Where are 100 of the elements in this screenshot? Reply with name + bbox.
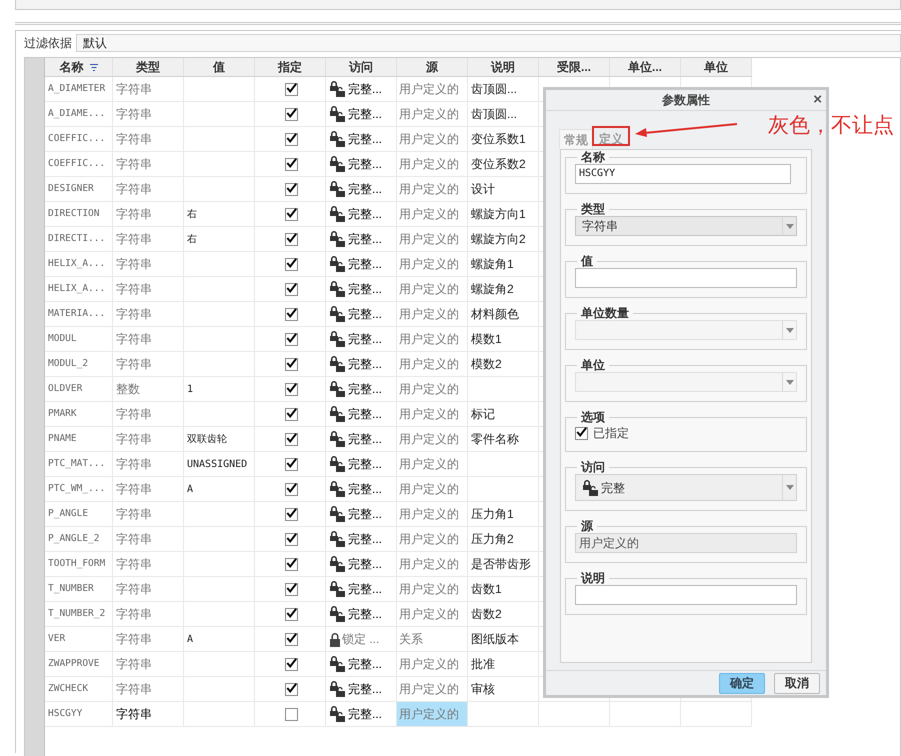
checkbox[interactable] [285, 232, 298, 246]
column-header[interactable]: 说明 [468, 58, 539, 76]
table-cell[interactable]: 用户定义的 [397, 452, 468, 476]
access-text: 锁定 ... [342, 631, 380, 648]
table-cell[interactable]: 用户定义的 [397, 552, 468, 576]
table-cell[interactable]: 用户定义的 [397, 427, 468, 451]
group-label: 说明 [580, 571, 606, 585]
checkbox[interactable] [285, 282, 298, 296]
checkbox[interactable] [285, 508, 298, 520]
table-cell[interactable]: 用户定义的 [397, 302, 468, 326]
table-cell[interactable]: 用户定义的 [397, 502, 468, 526]
highlight-box [592, 126, 630, 146]
input-field[interactable]: HSCGYY [575, 164, 791, 184]
column-header[interactable]: 类型 [113, 58, 184, 76]
group-label: 选项 [580, 410, 606, 424]
input-field[interactable] [575, 585, 797, 605]
table-cell[interactable]: 用户定义的 [397, 77, 468, 101]
checkbox[interactable] [285, 658, 298, 670]
table-cell[interactable]: 用户定义的 [397, 402, 468, 426]
checkbox[interactable] [285, 382, 298, 396]
table-cell[interactable]: 用户定义的 [397, 527, 468, 551]
select-field[interactable]: 字符串 [575, 216, 797, 236]
column-header[interactable]: 单位 [681, 58, 752, 76]
table-cell: 字符串 [113, 252, 184, 276]
access-text: 完整... [348, 706, 382, 723]
checkbox[interactable] [285, 582, 298, 596]
checkbox[interactable] [285, 332, 298, 346]
checkbox[interactable] [285, 708, 298, 720]
table-cell[interactable]: 用户定义的 [397, 477, 468, 501]
table-cell[interactable]: 用户定义的 [397, 277, 468, 301]
checkbox[interactable] [285, 82, 298, 96]
table-cell[interactable]: 用户定义的 [397, 377, 468, 401]
column-header[interactable]: 访问 [326, 58, 397, 76]
checkbox[interactable] [285, 558, 298, 570]
filter-field[interactable]: 默认 [76, 34, 901, 52]
table-cell[interactable]: 用户定义的 [397, 177, 468, 201]
checkbox[interactable] [575, 426, 588, 440]
access-text: 完整... [348, 131, 382, 148]
table-cell: 压力角2 [468, 527, 539, 551]
dialog-button[interactable]: 确定 [719, 672, 765, 694]
close-button[interactable]: × [813, 91, 822, 108]
table-cell: A [184, 627, 255, 651]
lock-icon [329, 556, 347, 572]
table-cell[interactable]: 用户定义的 [397, 102, 468, 126]
table-cell[interactable]: 用户定义的 [397, 202, 468, 226]
table-cell: 是否带齿形 [468, 552, 539, 576]
table-cell: 字符串 [113, 152, 184, 176]
checkbox[interactable] [285, 682, 298, 696]
checkbox[interactable] [285, 132, 298, 146]
table-cell[interactable]: 用户定义的 [397, 677, 468, 701]
group-label: 访问 [580, 460, 606, 474]
checkbox[interactable] [285, 182, 298, 196]
checkbox[interactable] [285, 258, 298, 270]
checkbox[interactable] [285, 432, 298, 446]
column-header[interactable]: 值 [184, 58, 255, 76]
table-cell[interactable]: 用户定义的 [397, 352, 468, 376]
table-cell: T_NUMBER [45, 577, 113, 601]
table-cell: 右 [184, 227, 255, 251]
dialog-button[interactable]: 取消 [774, 672, 820, 694]
lock-icon [329, 481, 347, 497]
checkbox[interactable] [285, 208, 298, 220]
access-text: 完整... [348, 606, 382, 623]
access-text: 完整... [348, 506, 382, 523]
checkbox[interactable] [285, 108, 298, 120]
checkbox-label: 已指定 [593, 425, 629, 442]
lock-icon [329, 706, 347, 722]
table-cell[interactable]: 用户定义的 [397, 252, 468, 276]
select-field[interactable]: 完整 [575, 474, 797, 501]
table-cell[interactable]: 用户定义的 [397, 127, 468, 151]
table-cell: P_ANGLE [45, 502, 113, 526]
table-cell[interactable]: 关系 [397, 627, 468, 651]
checkbox[interactable] [285, 408, 298, 420]
input-field[interactable] [575, 268, 797, 288]
column-header[interactable]: 受限... [539, 58, 610, 76]
caret-icon [786, 328, 794, 332]
checkbox[interactable] [285, 158, 298, 170]
table-cell: DIRECTION [45, 202, 113, 226]
column-header[interactable]: 源 [397, 58, 468, 76]
checkbox[interactable] [285, 358, 298, 370]
checkbox[interactable] [285, 532, 298, 546]
table-cell[interactable]: 用户定义的 [397, 577, 468, 601]
column-header[interactable]: 单位... [610, 58, 681, 76]
table-cell[interactable]: 用户定义的 [397, 652, 468, 676]
table-cell[interactable]: 用户定义的 [397, 227, 468, 251]
checkbox[interactable] [285, 458, 298, 470]
table-cell[interactable]: 用户定义的 [397, 327, 468, 351]
table-cell[interactable]: 用户定义的 [397, 602, 468, 626]
checkbox[interactable] [285, 632, 298, 646]
lock-icon [329, 681, 347, 697]
table-cell: 字符串 [113, 102, 184, 126]
checkbox[interactable] [285, 308, 298, 320]
table-cell: 压力角1 [468, 502, 539, 526]
column-header[interactable]: 指定 [255, 58, 326, 76]
access-text: 完整... [348, 381, 382, 398]
checkbox[interactable] [285, 608, 298, 620]
column-header[interactable]: 名称 [45, 58, 113, 76]
table-cell: 双联齿轮 [184, 427, 255, 451]
table-cell[interactable]: 用户定义的 [397, 702, 468, 726]
checkbox[interactable] [285, 482, 298, 496]
table-cell[interactable]: 用户定义的 [397, 152, 468, 176]
